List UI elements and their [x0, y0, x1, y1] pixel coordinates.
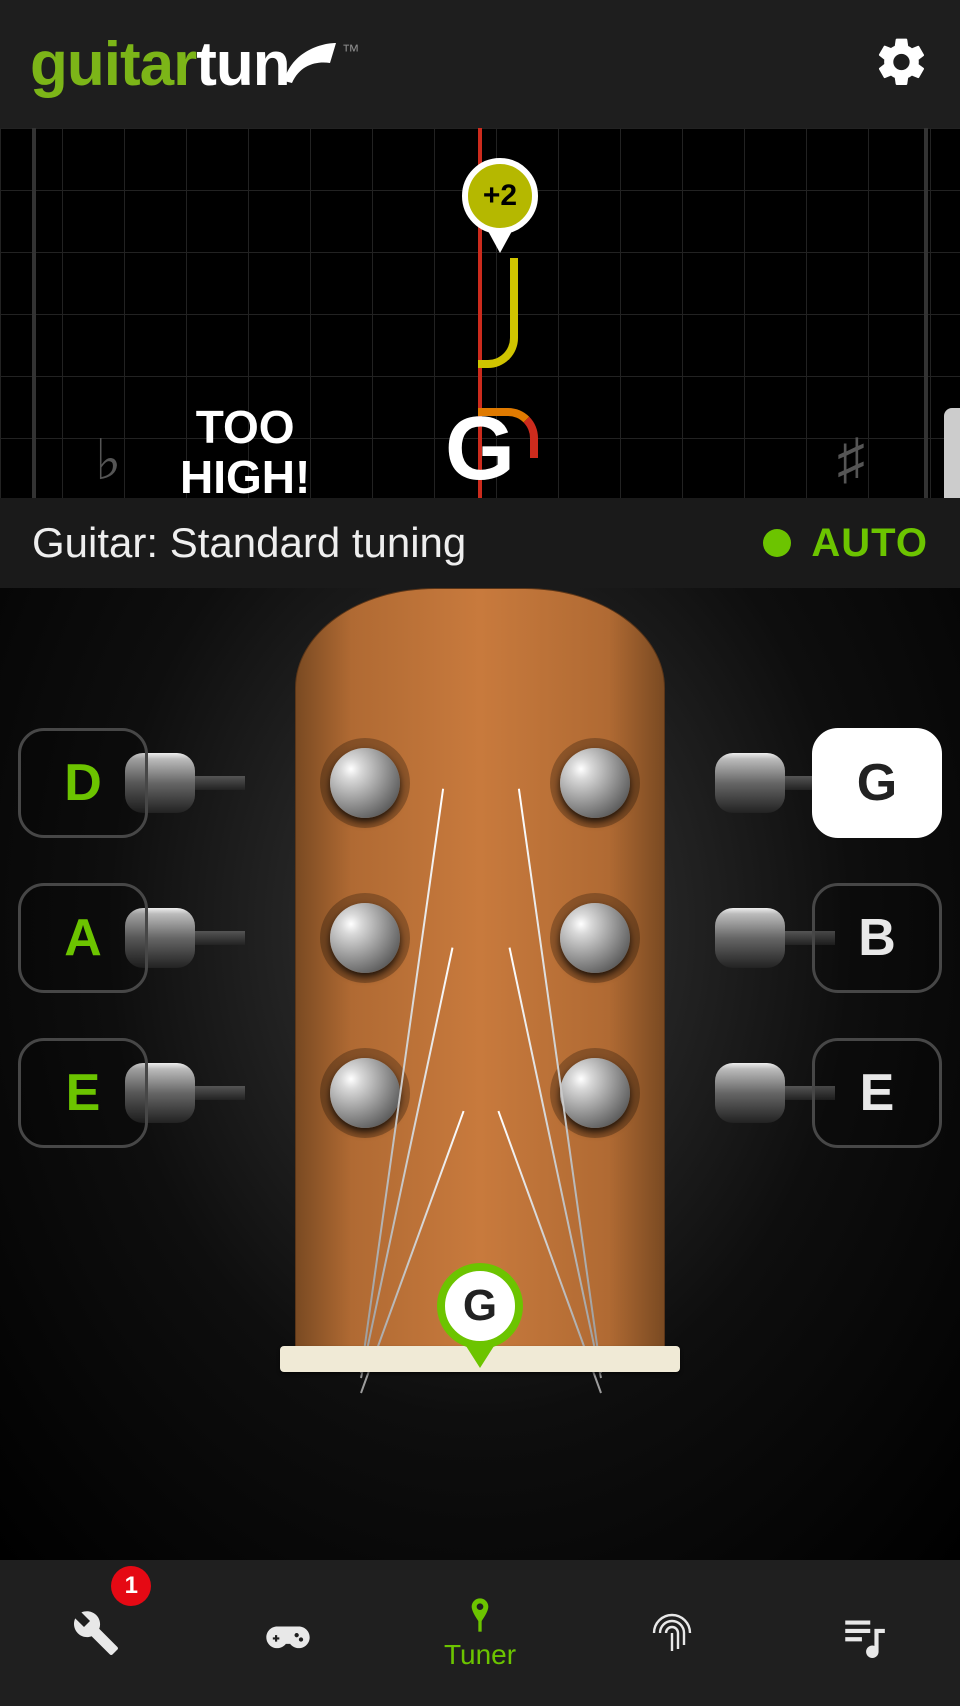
peg-a — [330, 903, 400, 973]
peg-b — [560, 903, 630, 973]
wrench-icon — [72, 1609, 120, 1657]
tuner-pin-icon — [460, 1595, 500, 1635]
gear-icon — [874, 34, 930, 90]
flat-symbol: ♭ — [95, 428, 121, 493]
nav-tuner-label: Tuner — [444, 1639, 516, 1671]
scrollbar-thumb[interactable] — [944, 408, 960, 498]
tuning-graph: ♭ ♯ TOO HIGH! G +2 — [0, 128, 960, 498]
logo-text-2: tun — [196, 29, 289, 100]
tuning-mode-row: Guitar: Standard tuning AUTO — [0, 498, 960, 588]
nav-games[interactable] — [192, 1560, 384, 1706]
headstock-area: G D A E G B E — [0, 588, 960, 1560]
string-button-e-high[interactable]: E — [812, 1038, 942, 1148]
trademark-icon: ™ — [342, 41, 359, 62]
nav-tuner[interactable]: Tuner — [384, 1560, 576, 1706]
peg-g — [560, 748, 630, 818]
cents-indicator: +2 — [462, 158, 538, 253]
auto-indicator-icon — [763, 529, 791, 557]
auto-toggle[interactable]: AUTO — [763, 521, 928, 566]
tuning-name[interactable]: Guitar: Standard tuning — [32, 519, 466, 567]
cents-pointer-icon — [488, 231, 512, 253]
string-button-d[interactable]: D — [18, 728, 148, 838]
fingerprint-icon — [648, 1609, 696, 1657]
peg-e-high — [560, 1058, 630, 1128]
headstock — [295, 588, 665, 1368]
tools-badge: 1 — [111, 1566, 151, 1606]
peg-d — [330, 748, 400, 818]
app-logo: guitar tun ™ — [30, 29, 359, 100]
playlist-icon — [839, 1608, 889, 1658]
active-string-marker: G — [437, 1263, 523, 1368]
settings-button[interactable] — [874, 34, 930, 95]
marker-pointer-icon — [466, 1346, 494, 1368]
logo-text-1: guitar — [30, 29, 196, 100]
string-button-b[interactable]: B — [812, 883, 942, 993]
logo-swoosh-icon — [282, 29, 338, 100]
gamepad-icon — [262, 1607, 314, 1659]
tuning-status-text: TOO HIGH! — [180, 403, 310, 498]
sharp-symbol: ♯ — [837, 428, 865, 492]
nav-chords[interactable] — [576, 1560, 768, 1706]
active-string-note: G — [437, 1263, 523, 1349]
app-header: guitar tun ™ — [0, 0, 960, 128]
nav-library[interactable] — [768, 1560, 960, 1706]
nav-tools[interactable]: 1 — [0, 1560, 192, 1706]
cents-value: +2 — [462, 158, 538, 234]
peg-e-low — [330, 1058, 400, 1128]
string-button-a[interactable]: A — [18, 883, 148, 993]
auto-label: AUTO — [811, 521, 928, 566]
string-button-g[interactable]: G — [812, 728, 942, 838]
detected-note: G — [445, 398, 515, 498]
string-button-e-low[interactable]: E — [18, 1038, 148, 1148]
pitch-trace-1 — [478, 258, 518, 368]
bottom-nav: 1 Tuner — [0, 1560, 960, 1706]
